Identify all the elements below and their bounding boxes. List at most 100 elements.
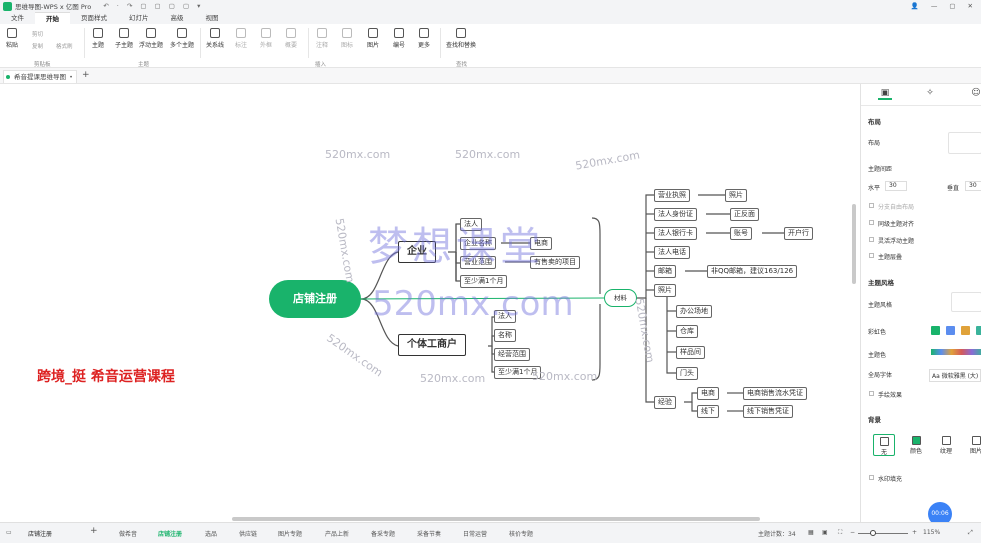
mindmap-canvas[interactable]: 店铺注册 企业 个体工商户 法人 企业名称 营业范围 至少满1个月 电商 有售卖… <box>0 84 860 522</box>
subtopic-button[interactable]: 子主题 <box>115 28 133 49</box>
tab-file[interactable]: 文件 <box>0 12 35 24</box>
fit-icon[interactable]: ▣ <box>822 529 828 536</box>
tag-button[interactable]: 图标 <box>341 28 353 49</box>
leaf-offline-proof[interactable]: 线下销售凭证 <box>743 405 793 418</box>
sheet-tab[interactable]: 产品上新 <box>325 529 349 538</box>
tab-page-style[interactable]: 页面样式 <box>70 12 118 24</box>
material-item[interactable]: 法人电话 <box>654 246 690 259</box>
photo-item[interactable]: 门头 <box>676 367 698 380</box>
material-item[interactable]: 营业执照 <box>654 189 690 202</box>
root-topic[interactable]: 店铺注册 <box>269 280 361 318</box>
photo-item[interactable]: 样品间 <box>676 346 705 359</box>
tab-advanced[interactable]: 高级 <box>160 12 195 24</box>
vertical-scrollbar[interactable] <box>852 204 856 284</box>
horizontal-scrollbar[interactable] <box>232 517 760 521</box>
checkbox-watermark[interactable] <box>869 475 874 480</box>
bg-texture-button[interactable]: 纹理 <box>935 434 957 456</box>
close-button[interactable]: ✕ <box>968 2 973 10</box>
experience-item[interactable]: 线下 <box>697 405 719 418</box>
document-tab[interactable]: 希音提课思维导图 • <box>3 70 77 83</box>
image-button[interactable]: 图片 <box>367 28 379 49</box>
leaf-account[interactable]: 账号 <box>730 227 752 240</box>
summary-button[interactable]: 概要 <box>285 28 297 49</box>
material-item[interactable]: 照片 <box>654 284 676 297</box>
checkbox-overlap[interactable] <box>869 253 874 258</box>
sparkle-tab-icon[interactable]: ✧ <box>923 88 937 100</box>
color-swatch[interactable] <box>946 326 955 335</box>
more-button[interactable]: 更多 <box>418 28 430 49</box>
leaf-ecommerce-proof[interactable]: 电商销售流水凭证 <box>743 387 807 400</box>
checkbox-free-layout[interactable] <box>869 203 874 208</box>
zoom-slider-handle[interactable] <box>870 530 876 536</box>
sheet-tab-active[interactable]: 店铺注册 <box>158 529 182 538</box>
user-icon[interactable]: 👤 <box>911 2 919 10</box>
view-icon[interactable]: ▦ <box>808 529 814 536</box>
zoom-out-icon[interactable]: − <box>850 529 855 536</box>
sheet-tab[interactable]: 供应链 <box>239 529 257 538</box>
comment-button[interactable]: 注释 <box>316 28 328 49</box>
numbering-button[interactable]: 编号 <box>393 28 405 49</box>
layout-tab-icon[interactable]: ▣ <box>878 88 892 100</box>
photo-item[interactable]: 仓库 <box>676 325 698 338</box>
topic-individual[interactable]: 个体工商户 <box>398 334 466 356</box>
multi-topic-button[interactable]: 多个主题 <box>170 28 194 49</box>
photo-item[interactable]: 办公场地 <box>676 305 712 318</box>
sheet-tab[interactable]: 图片专题 <box>278 529 302 538</box>
subtopic-individual[interactable]: 名称 <box>494 329 516 342</box>
floating-topic-button[interactable]: 浮动主题 <box>139 28 163 49</box>
tab-start[interactable]: 开始 <box>35 12 70 24</box>
copy-button[interactable]: 复制 <box>32 42 43 50</box>
zoom-in-icon[interactable]: + <box>912 529 917 536</box>
material-item[interactable]: 经验 <box>654 396 676 409</box>
sheet-tab[interactable]: 采备节奏 <box>417 529 441 538</box>
vertical-spacing-input[interactable]: 30 <box>965 181 981 191</box>
bg-color-button[interactable]: 颜色 <box>905 434 927 456</box>
horizontal-spacing-input[interactable]: 30 <box>885 181 907 191</box>
bg-image-button[interactable]: 图片 <box>965 434 981 456</box>
checkbox-align[interactable] <box>869 220 874 225</box>
tab-view[interactable]: 视图 <box>195 12 230 24</box>
paste-button[interactable]: 粘贴 <box>6 28 18 49</box>
material-item[interactable]: 法人银行卡 <box>654 227 697 240</box>
experience-item[interactable]: 电商 <box>697 387 719 400</box>
theme-style-picker[interactable] <box>951 292 981 312</box>
font-select[interactable]: Aa 微软雅黑 (大) <box>929 369 981 382</box>
maximize-button[interactable]: ▢ <box>949 2 955 10</box>
color-swatch[interactable] <box>976 326 981 335</box>
color-swatch[interactable] <box>931 326 940 335</box>
cut-button[interactable]: 剪切 <box>32 30 43 38</box>
checkbox-floating[interactable] <box>869 237 874 242</box>
zoom-level[interactable]: 115% <box>923 529 940 536</box>
outer-frame-button[interactable]: 外框 <box>260 28 272 49</box>
leaf-bank[interactable]: 开户行 <box>784 227 813 240</box>
expand-icon[interactable]: ⤢ <box>968 529 973 537</box>
sheet-tab[interactable]: 做希音 <box>119 529 137 538</box>
sheet-tab[interactable]: 备采专题 <box>371 529 395 538</box>
material-item[interactable]: 法人身份证 <box>654 208 697 221</box>
sheet-tab[interactable]: 选品 <box>205 529 217 538</box>
leaf-photo[interactable]: 照片 <box>725 189 747 202</box>
minimize-button[interactable]: — <box>931 2 938 10</box>
emoji-tab-icon[interactable]: ☺ <box>969 88 981 100</box>
add-sheet-button[interactable]: + <box>90 526 98 536</box>
sheet-tab[interactable]: 核价专题 <box>509 529 533 538</box>
subtopic-individual[interactable]: 经营范围 <box>494 348 530 361</box>
theme-color-strip[interactable] <box>931 349 981 355</box>
fullscreen-icon[interactable]: ⛶ <box>838 529 842 537</box>
quick-access-toolbar[interactable]: ↶ · ↷ ▢ ▢ ▢ ▢ ▾ <box>103 2 203 10</box>
leaf-id-sides[interactable]: 正反面 <box>730 208 759 221</box>
find-replace-button[interactable]: 查找和替换 <box>446 28 476 49</box>
tab-slides[interactable]: 幻灯片 <box>118 12 160 24</box>
material-item[interactable]: 邮箱 <box>654 265 676 278</box>
zoom-slider[interactable] <box>858 533 908 534</box>
color-swatch[interactable] <box>961 326 970 335</box>
page-icon[interactable]: ▭ <box>6 529 12 536</box>
add-tab-button[interactable]: + <box>82 70 90 80</box>
leaf-email-note[interactable]: 非QQ邮箱，建议163/126 <box>707 265 798 278</box>
relation-button[interactable]: 关系线 <box>206 28 224 49</box>
layout-picker[interactable] <box>948 132 981 154</box>
sheet-tab[interactable]: 日常运营 <box>463 529 487 538</box>
format-painter-button[interactable]: 格式刷 <box>56 42 73 50</box>
callout-button[interactable]: 标注 <box>235 28 247 49</box>
close-tab-icon[interactable]: • <box>69 71 73 83</box>
